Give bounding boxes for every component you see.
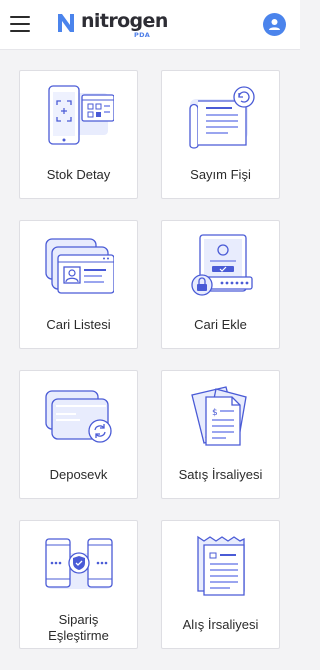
svg-text:$: $ <box>212 408 218 418</box>
dollar-documents-icon: $ <box>191 386 247 446</box>
menu-tile-label: Satış İrsaliyesi <box>178 467 263 482</box>
menu-tile-siparis-eslestirme[interactable]: Sipariş Eşleştirme <box>19 520 138 649</box>
menu-tile-label: Sayım Fişi <box>190 167 251 182</box>
menu-tile-label: Cari Ekle <box>194 317 247 332</box>
menu-tile-deposevk[interactable]: Deposevk <box>19 370 138 499</box>
phone-match-icon <box>45 538 113 589</box>
menu-tile-label: Deposevk <box>49 467 108 482</box>
secure-profile-icon <box>191 234 253 296</box>
card-transfer-icon <box>45 390 112 443</box>
menu-tile-label: Alış İrsaliyesi <box>182 617 259 632</box>
menu-tile-cari-ekle[interactable]: Cari Ekle <box>161 220 280 349</box>
menu-tile-stok-detay[interactable]: Stok Detay <box>19 70 138 199</box>
menu-tile-sayim-fisi[interactable]: Sayım Fişi <box>161 70 280 199</box>
menu-tile-label: Cari Listesi <box>46 317 111 332</box>
contact-card-icon <box>45 238 114 294</box>
menu-tile-label: Sipariş Eşleştirme <box>48 612 109 643</box>
menu-tile-label: Stok Detay <box>46 167 111 182</box>
menu-tile-satis-irsaliyesi[interactable]: $ Satış İrsaliyesi <box>161 370 280 499</box>
menu-tile-alis-irsaliyesi[interactable]: Alış İrsaliyesi <box>161 520 280 649</box>
menu-grid: Stok Detay Sayım Fişi Cari Listesi Cari … <box>0 0 300 670</box>
refresh-receipt-icon <box>189 86 255 149</box>
receipt-icon <box>197 535 245 596</box>
menu-tile-cari-listesi[interactable]: Cari Listesi <box>19 220 138 349</box>
phone-scan-icon <box>48 85 114 145</box>
